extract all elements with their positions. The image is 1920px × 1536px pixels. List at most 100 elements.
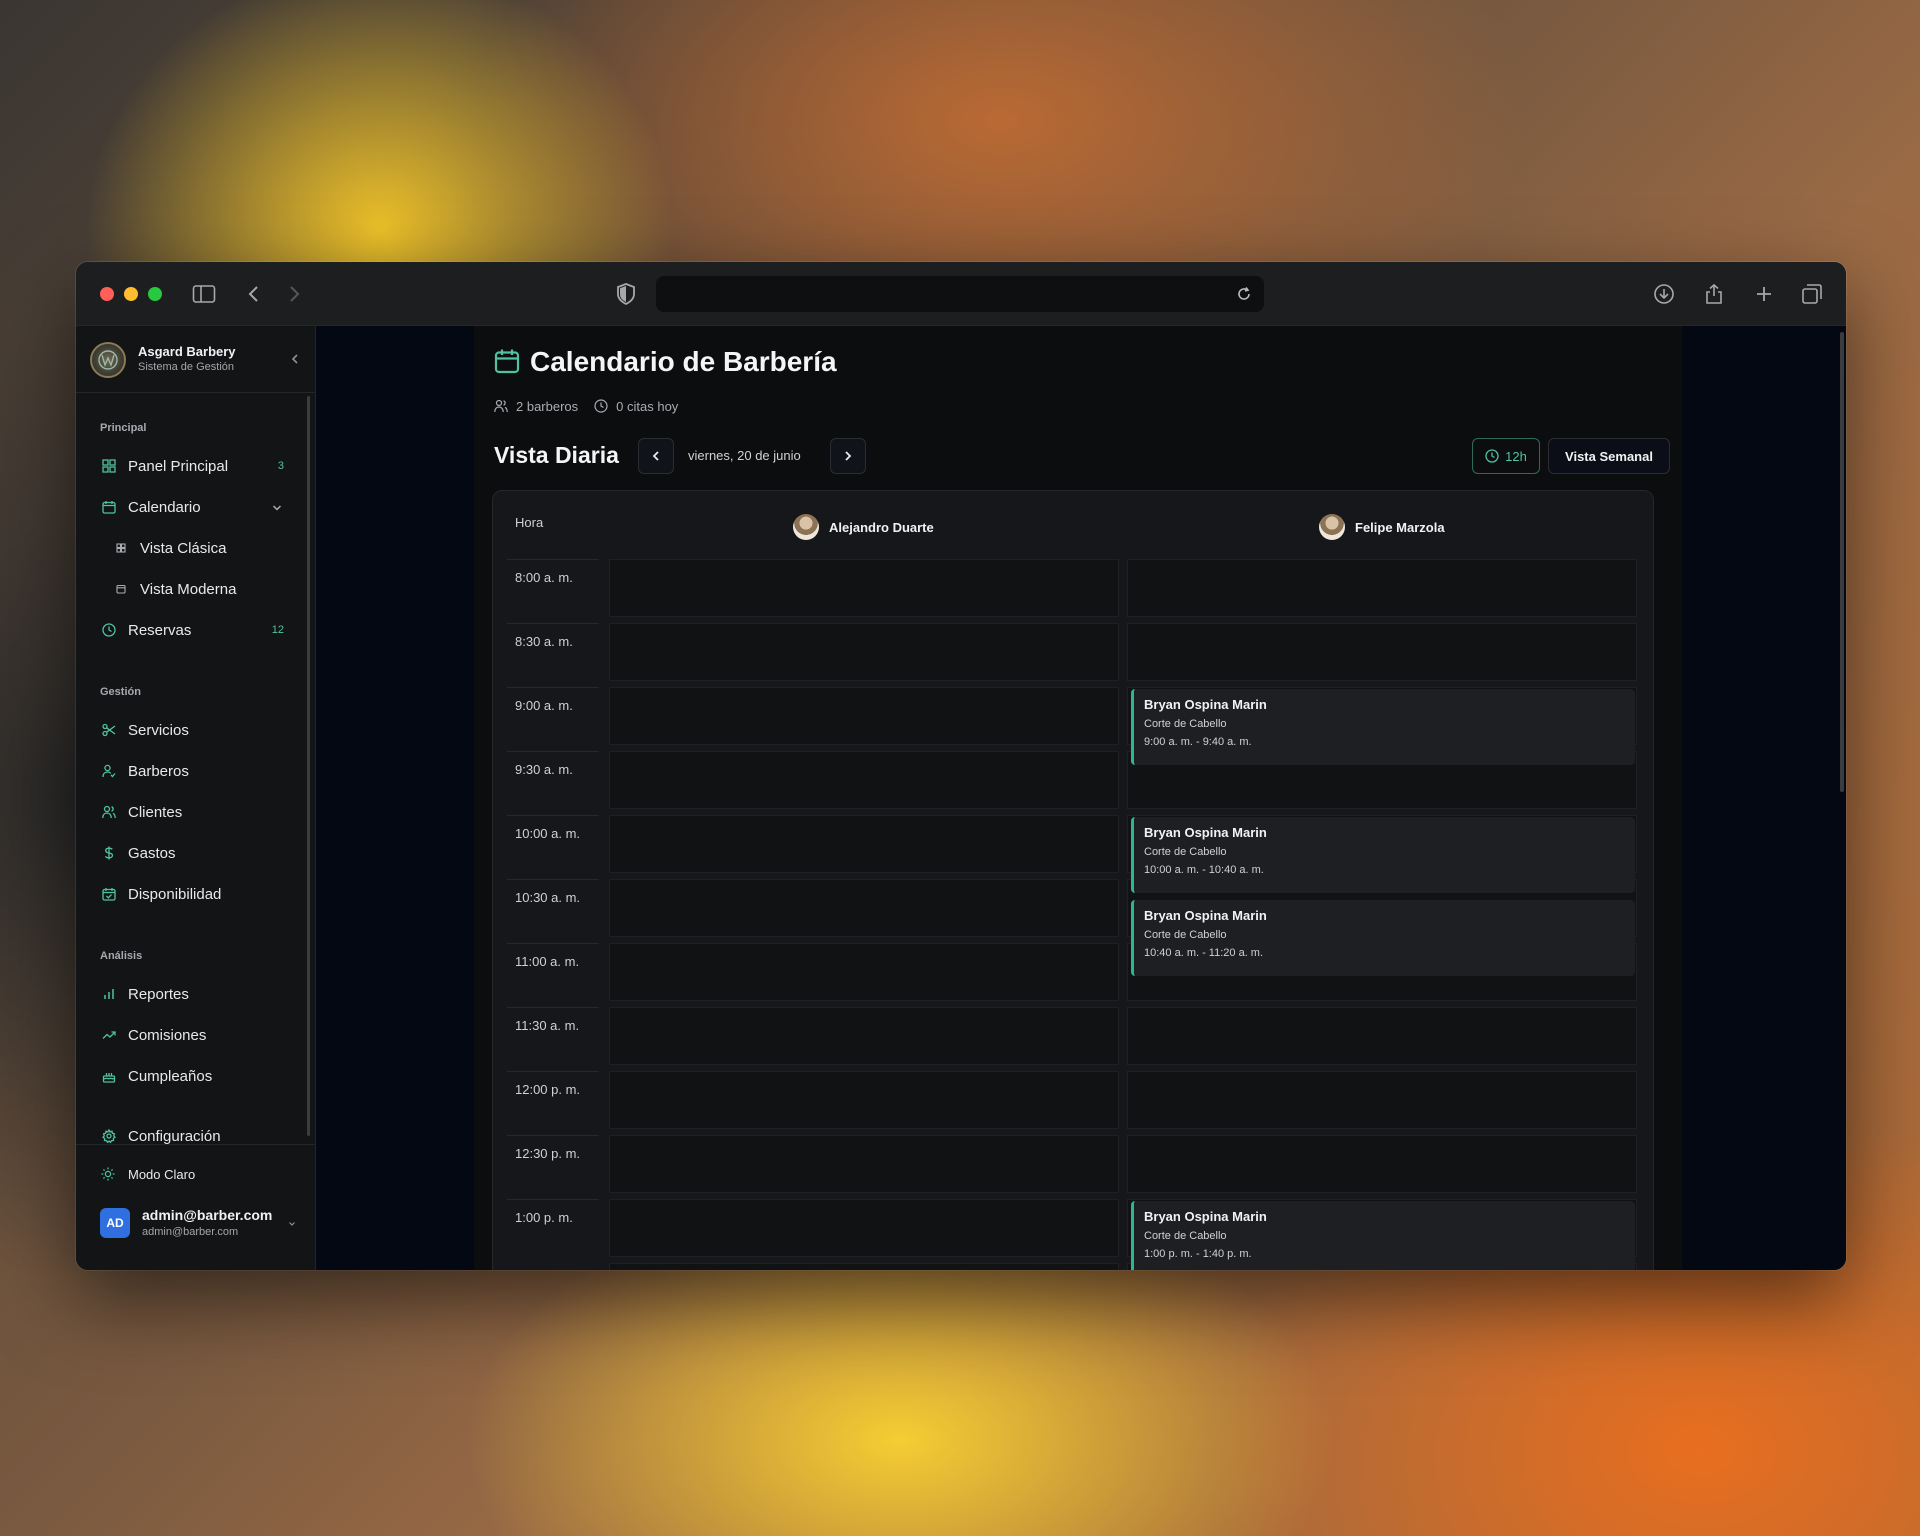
barber-avatar [1319, 514, 1345, 540]
chevron-down-icon [272, 499, 282, 516]
sidebar-item-comisiones[interactable]: Comisiones [92, 1018, 292, 1052]
shield-icon[interactable] [612, 280, 640, 308]
sidebar-item-label: Barberos [128, 762, 189, 780]
brand: Asgard Barbery Sistema de Gestión [90, 342, 300, 382]
time-label: 11:30 a. m. [507, 1007, 599, 1071]
time-slot[interactable] [1127, 559, 1637, 617]
calendar-small-icon [114, 582, 128, 596]
browser-toolbar [76, 262, 1846, 326]
appointment-card[interactable]: Bryan Ospina Marin Corte de Cabello 9:00… [1131, 689, 1635, 765]
time-slot[interactable] [609, 559, 1119, 617]
time-slot[interactable] [1127, 623, 1637, 681]
divider [76, 1144, 316, 1145]
forward-icon[interactable] [280, 280, 308, 308]
time-slot[interactable] [609, 1199, 1119, 1257]
sidebar-item-clientes[interactable]: Clientes [92, 795, 292, 829]
sidebar-item-configuracion[interactable]: Configuración [92, 1119, 292, 1153]
page-title: Calendario de Barbería [530, 346, 837, 377]
zoom-window-button[interactable] [148, 287, 162, 301]
hour-format-button[interactable]: 12h [1472, 438, 1540, 474]
user-email-secondary: admin@barber.com [142, 1226, 239, 1238]
download-icon[interactable] [1650, 280, 1678, 308]
page-scrollbar[interactable] [1840, 332, 1844, 792]
appointment-time: 1:00 p. m. - 1:40 p. m. [1144, 1248, 1252, 1260]
sidebar-item-label: Clientes [128, 803, 183, 821]
time-slot[interactable] [609, 1135, 1119, 1193]
page-meta: 2 barberos 0 citas hoy [494, 398, 678, 414]
sidebar-toggle-icon[interactable] [190, 280, 218, 308]
sidebar-item-reservas[interactable]: Reservas 12 [92, 613, 292, 647]
appointments-today: 0 citas hoy [616, 398, 679, 414]
sidebar-scrollbar[interactable] [307, 396, 310, 1136]
clock-icon [100, 621, 118, 639]
time-slot[interactable] [609, 815, 1119, 873]
barber-header: Alejandro Duarte [793, 513, 934, 541]
day-calendar: Hora Alejandro Duarte Felipe Marzola 8:0… [492, 490, 1654, 1270]
sidebar-item-label: Comisiones [128, 1026, 207, 1044]
appointment-time: 10:40 a. m. - 11:20 a. m. [1144, 947, 1264, 959]
sidebar-item-label: Configuración [128, 1127, 221, 1145]
hour-format-label: 12h [1505, 448, 1527, 464]
time-slot[interactable] [1127, 1135, 1637, 1193]
appointment-card[interactable]: Bryan Ospina Marin Corte de Cabello 10:0… [1131, 817, 1635, 893]
sidebar-item-disponibilidad[interactable]: Disponibilidad [92, 877, 292, 911]
time-slot[interactable] [609, 943, 1119, 1001]
barbers-count: 2 barberos [516, 398, 579, 414]
sidebar-item-reportes[interactable]: Reportes [92, 977, 292, 1011]
tabs-overview-icon[interactable] [1798, 280, 1826, 308]
brand-logo [90, 342, 126, 378]
time-label: 8:00 a. m. [507, 559, 599, 623]
sidebar-item-servicios[interactable]: Servicios [92, 713, 292, 747]
sidebar-item-panel-principal[interactable]: Panel Principal 3 [92, 449, 292, 483]
sidebar-item-label: Cumpleaños [128, 1067, 213, 1085]
avatar: AD [100, 1208, 130, 1238]
time-slot[interactable] [609, 1263, 1119, 1270]
address-bar[interactable] [656, 276, 1264, 312]
section-label-analisis: Análisis [100, 950, 143, 962]
users-icon [494, 399, 508, 413]
time-label: 11:00 a. m. [507, 943, 599, 1007]
brand-subtitle: Sistema de Gestión [138, 361, 234, 373]
user-menu[interactable]: AD admin@barber.com admin@barber.com [100, 1206, 300, 1246]
close-window-button[interactable] [100, 287, 114, 301]
time-slot[interactable] [609, 751, 1119, 809]
sidebar-item-vista-moderna[interactable]: Vista Moderna [112, 572, 292, 606]
collapse-sidebar-icon[interactable] [290, 352, 300, 368]
previous-day-button[interactable] [638, 438, 674, 474]
time-slot[interactable] [609, 1007, 1119, 1065]
time-label: 8:30 a. m. [507, 623, 599, 687]
time-slot[interactable] [609, 1071, 1119, 1129]
clock-icon [1485, 449, 1499, 463]
new-tab-icon[interactable] [1750, 280, 1778, 308]
minimize-window-button[interactable] [124, 287, 138, 301]
sidebar-item-cumpleanos[interactable]: Cumpleaños [92, 1059, 292, 1093]
time-slot[interactable] [1127, 1007, 1637, 1065]
appointment-time: 9:00 a. m. - 9:40 a. m. [1144, 736, 1252, 748]
appointment-card[interactable]: Bryan Ospina Marin Corte de Cabello 1:00… [1131, 1201, 1635, 1270]
theme-toggle[interactable]: Modo Claro [100, 1164, 195, 1184]
back-icon[interactable] [240, 280, 268, 308]
calendar-check-icon [100, 885, 118, 903]
time-slot[interactable] [609, 879, 1119, 937]
appointment-card[interactable]: Bryan Ospina Marin Corte de Cabello 10:4… [1131, 900, 1635, 976]
sidebar-item-gastos[interactable]: Gastos [92, 836, 292, 870]
theme-toggle-label: Modo Claro [128, 1166, 196, 1182]
sidebar-item-barberos[interactable]: Barberos [92, 754, 292, 788]
barber-name: Alejandro Duarte [829, 519, 934, 535]
time-slot[interactable] [609, 623, 1119, 681]
trending-up-icon [100, 1026, 118, 1044]
time-label: 1:00 p. m. [507, 1199, 599, 1263]
time-label: 10:00 a. m. [507, 815, 599, 879]
time-slot[interactable] [1127, 1071, 1637, 1129]
reload-icon[interactable] [1232, 282, 1256, 306]
sidebar-item-calendario[interactable]: Calendario [92, 490, 292, 524]
sidebar-item-vista-clasica[interactable]: Vista Clásica [112, 531, 292, 565]
time-slot[interactable] [609, 687, 1119, 745]
dollar-icon [100, 844, 118, 862]
sidebar-item-label: Vista Clásica [140, 539, 227, 557]
share-icon[interactable] [1700, 280, 1728, 308]
bar-chart-icon [100, 985, 118, 1003]
week-view-button[interactable]: Vista Semanal [1548, 438, 1670, 474]
user-check-icon [100, 762, 118, 780]
next-day-button[interactable] [830, 438, 866, 474]
